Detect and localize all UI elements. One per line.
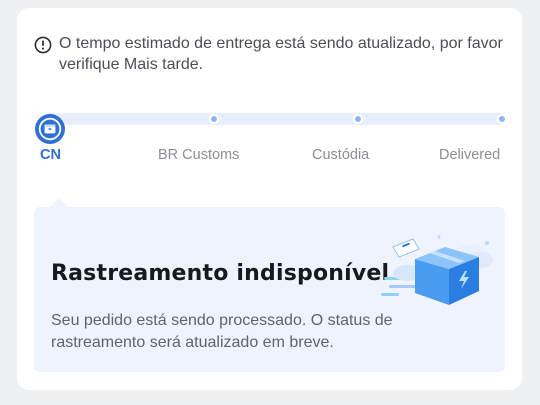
step-dot-delivered [497,114,507,124]
panel-pointer [50,198,68,207]
step-label-cn: CN [40,147,61,163]
delivery-estimate-notice: O tempo estimado de entrega está sendo a… [34,33,514,75]
tracking-card: O tempo estimado de entrega está sendo a… [17,8,522,390]
tracking-progress-bar [35,110,507,128]
tracking-status-panel: Rastreamento indisponível Seu pedido est… [34,207,505,372]
info-circle-icon [34,36,52,54]
step-dot-custodia [353,114,363,124]
delivery-box-illustration [381,235,493,305]
progress-track [43,113,505,125]
step-label-delivered: Delivered [439,147,501,163]
package-box-icon [35,114,65,144]
panel-title: Rastreamento indisponível [51,261,390,286]
step-dot-br-customs [209,114,219,124]
panel-description: Seu pedido está sendo processado. O stat… [51,312,393,351]
step-label-custodia: Custódia [312,147,370,163]
notice-text: O tempo estimado de entrega está sendo a… [59,35,503,73]
step-label-br-customs: BR Customs [158,147,240,163]
